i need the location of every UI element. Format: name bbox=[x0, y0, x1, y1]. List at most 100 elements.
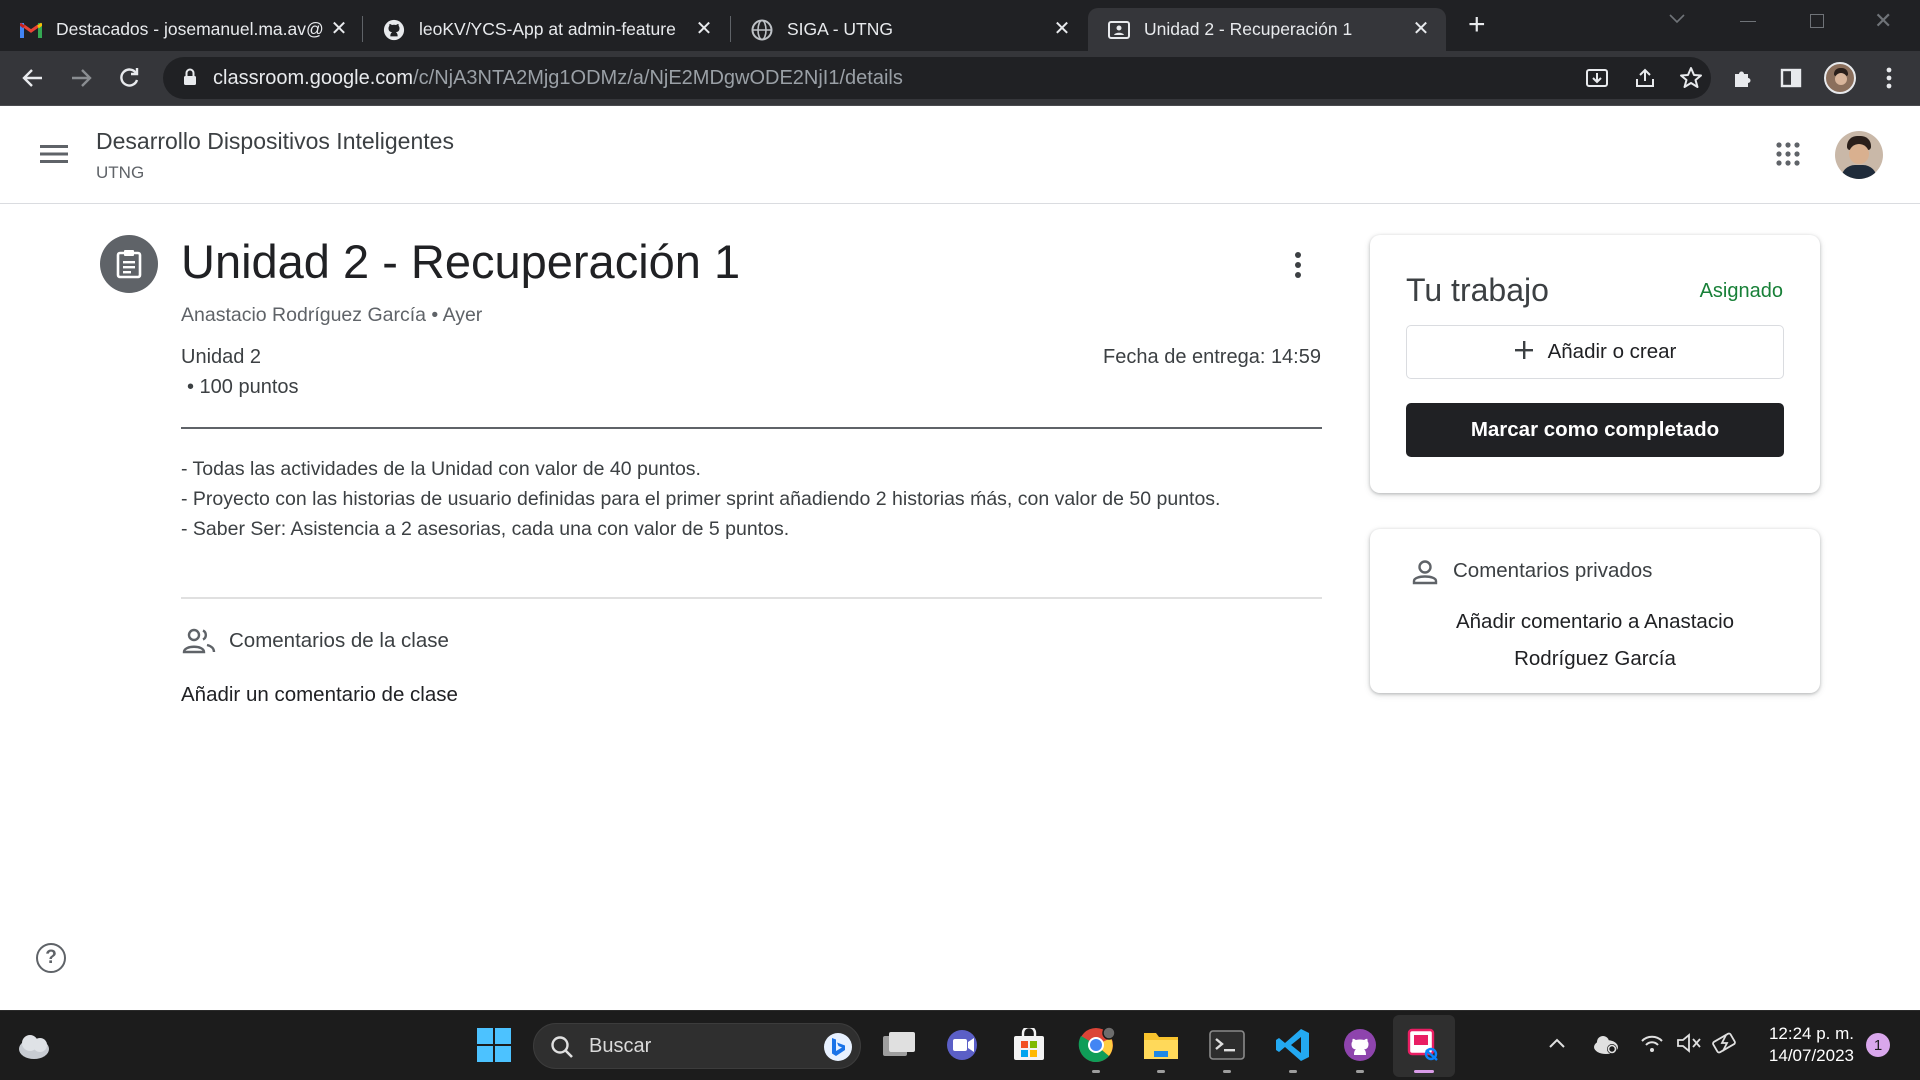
class-comments-label: Comentarios de la clase bbox=[229, 629, 449, 652]
close-window-icon[interactable]: ✕ bbox=[1874, 8, 1892, 34]
bookmark-star-icon[interactable] bbox=[1679, 66, 1703, 95]
close-tab-icon[interactable]: ✕ bbox=[1051, 18, 1073, 40]
gmail-icon bbox=[20, 19, 42, 41]
class-name[interactable]: Desarrollo Dispositivos Inteligentes bbox=[96, 128, 454, 155]
more-options-icon[interactable] bbox=[1294, 250, 1302, 285]
class-section: UTNG bbox=[96, 163, 145, 182]
add-class-comment-link[interactable]: Añadir un comentario de clase bbox=[181, 683, 458, 707]
browser-tab-strip: Destacados - josemanuel.ma.av@ ✕ leoKV/Y… bbox=[0, 0, 1920, 51]
mark-done-button[interactable]: Marcar como completado bbox=[1406, 403, 1784, 457]
notification-badge[interactable]: 1 bbox=[1866, 1033, 1890, 1057]
user-avatar[interactable] bbox=[1835, 131, 1883, 179]
windows-taskbar: Buscar 12:24 p. m. 14/07/2023 1 bbox=[0, 1010, 1920, 1080]
close-tab-icon[interactable]: ✕ bbox=[1410, 18, 1432, 40]
assignment-description: - Todas las actividades de la Unidad con… bbox=[181, 454, 1322, 544]
browser-tab[interactable]: Destacados - josemanuel.ma.av@ ✕ bbox=[0, 8, 362, 51]
weather-icon[interactable] bbox=[16, 1031, 52, 1066]
help-icon[interactable]: ? bbox=[36, 943, 66, 973]
points-label: • 100 puntos bbox=[187, 376, 299, 398]
extensions-icon[interactable] bbox=[1728, 63, 1758, 93]
search-icon bbox=[550, 1035, 574, 1064]
browser-toolbar: classroom.google.com/c/NjA3NTA2Mjg1ODMz/… bbox=[0, 51, 1920, 106]
tab-title: Unidad 2 - Recuperación 1 bbox=[1144, 19, 1353, 39]
add-create-button[interactable]: Añadir o crear bbox=[1406, 325, 1784, 379]
reload-icon[interactable] bbox=[114, 63, 144, 93]
description-line: - Saber Ser: Asistencia a 2 asesorias, c… bbox=[181, 518, 790, 540]
share-icon[interactable] bbox=[1633, 67, 1657, 94]
chrome-icon[interactable] bbox=[1076, 1025, 1116, 1073]
windows-start-icon[interactable] bbox=[474, 1025, 514, 1065]
chevron-up-icon[interactable] bbox=[1548, 1036, 1566, 1054]
browser-tab-active[interactable]: Unidad 2 - Recuperación 1 ✕ bbox=[1088, 8, 1446, 51]
minimize-icon[interactable] bbox=[1740, 21, 1756, 22]
new-tab-icon[interactable]: + bbox=[1468, 10, 1486, 40]
install-app-icon[interactable] bbox=[1585, 67, 1609, 94]
task-view-icon[interactable] bbox=[879, 1025, 919, 1065]
restore-icon[interactable] bbox=[1810, 14, 1824, 28]
url-host: classroom.google.com bbox=[213, 67, 414, 89]
your-work-card: Tu trabajo Asignado Añadir o crear Marca… bbox=[1370, 235, 1820, 493]
your-work-title: Tu trabajo bbox=[1406, 272, 1549, 308]
add-private-comment-link[interactable]: Añadir comentario a Anastacio Rodríguez … bbox=[1426, 603, 1764, 677]
close-tab-icon[interactable]: ✕ bbox=[328, 18, 350, 40]
classroom-icon bbox=[1108, 19, 1130, 41]
lock-icon[interactable] bbox=[183, 68, 197, 91]
tab-search-icon[interactable] bbox=[1668, 12, 1686, 30]
mark-done-label: Marcar como completado bbox=[1470, 418, 1720, 441]
profile-avatar[interactable] bbox=[1824, 62, 1856, 94]
person-icon bbox=[1412, 559, 1438, 590]
github-icon bbox=[383, 19, 405, 41]
hamburger-menu-icon[interactable] bbox=[40, 144, 68, 169]
tab-title: SIGA - UTNG bbox=[787, 19, 893, 39]
globe-icon bbox=[751, 19, 773, 41]
clock-date: 14/07/2023 bbox=[1768, 1046, 1854, 1065]
plus-icon bbox=[1514, 340, 1534, 365]
chrome-menu-icon[interactable] bbox=[1874, 63, 1904, 93]
private-comments-card: Comentarios privados Añadir comentario a… bbox=[1370, 529, 1820, 693]
google-apps-icon[interactable] bbox=[1776, 142, 1800, 171]
file-explorer-icon[interactable] bbox=[1141, 1025, 1181, 1073]
running-indicator bbox=[1157, 1070, 1165, 1073]
divider bbox=[181, 427, 1322, 429]
side-panel-icon[interactable] bbox=[1776, 63, 1806, 93]
back-icon[interactable] bbox=[18, 63, 48, 93]
wifi-icon[interactable] bbox=[1640, 1033, 1664, 1058]
terminal-icon[interactable] bbox=[1207, 1025, 1247, 1073]
snipping-tool-icon[interactable] bbox=[1404, 1025, 1444, 1073]
author-name: Anastacio Rodríguez García bbox=[181, 304, 426, 326]
volume-muted-icon[interactable] bbox=[1676, 1033, 1702, 1058]
running-indicator bbox=[1356, 1070, 1364, 1073]
divider bbox=[181, 597, 1322, 599]
topic-label: Unidad 2 bbox=[181, 346, 262, 368]
running-indicator bbox=[1092, 1070, 1100, 1073]
tab-title: leoKV/YCS-App at admin-feature bbox=[419, 19, 676, 39]
vscode-icon[interactable] bbox=[1273, 1025, 1313, 1073]
microsoft-store-icon[interactable] bbox=[1009, 1025, 1049, 1065]
clock[interactable]: 12:24 p. m. 14/07/2023 bbox=[1758, 1023, 1854, 1067]
meta-separator: • bbox=[431, 304, 439, 326]
teams-chat-icon[interactable] bbox=[943, 1025, 983, 1065]
people-icon bbox=[182, 628, 216, 659]
taskbar-search-box[interactable]: Buscar bbox=[533, 1023, 861, 1069]
bing-icon bbox=[824, 1033, 852, 1061]
private-comments-label: Comentarios privados bbox=[1453, 559, 1653, 582]
clock-time: 12:24 p. m. bbox=[1768, 1024, 1854, 1043]
browser-tab[interactable]: leoKV/YCS-App at admin-feature ✕ bbox=[363, 8, 729, 51]
description-line: - Todas las actividades de la Unidad con… bbox=[181, 458, 701, 480]
browser-tab[interactable]: SIGA - UTNG ✕ bbox=[731, 8, 1087, 51]
status-badge: Asignado bbox=[1699, 280, 1783, 302]
assignment-meta: Anastacio Rodríguez García • Ayer bbox=[181, 304, 482, 327]
close-tab-icon[interactable]: ✕ bbox=[693, 18, 715, 40]
battery-charging-icon[interactable] bbox=[1712, 1031, 1740, 1060]
running-indicator bbox=[1223, 1070, 1231, 1073]
address-bar[interactable]: classroom.google.com/c/NjA3NTA2Mjg1ODMz/… bbox=[163, 57, 1711, 99]
due-date: Fecha de entrega: 14:59 bbox=[1103, 346, 1321, 368]
assignment-title: Unidad 2 - Recuperación 1 bbox=[181, 235, 741, 288]
description-line: - Proyecto con las historias de usuario … bbox=[181, 488, 1221, 510]
url-text[interactable]: classroom.google.com/c/NjA3NTA2Mjg1ODMz/… bbox=[213, 67, 903, 90]
classroom-header: Desarrollo Dispositivos Inteligentes UTN… bbox=[0, 106, 1920, 204]
running-indicator bbox=[1289, 1070, 1297, 1073]
forward-icon[interactable] bbox=[66, 63, 96, 93]
github-desktop-icon[interactable] bbox=[1340, 1025, 1380, 1073]
onedrive-icon[interactable] bbox=[1591, 1033, 1621, 1060]
